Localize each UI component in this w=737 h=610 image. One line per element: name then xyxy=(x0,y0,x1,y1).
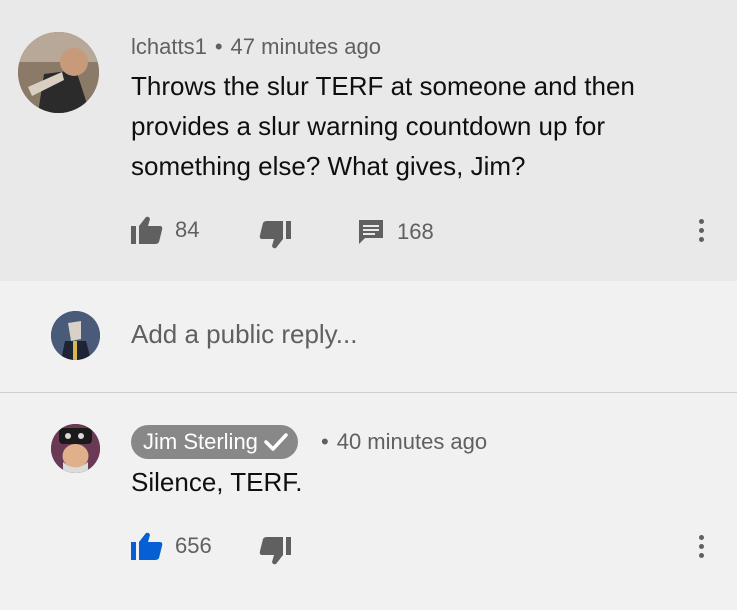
meta-separator: • xyxy=(321,429,329,454)
author-badge[interactable]: Jim Sterling xyxy=(131,425,298,459)
verified-check-icon xyxy=(264,433,288,451)
avatar-jim-sterling[interactable] xyxy=(51,424,100,473)
comment-text-line: provides a slur warning countdown up for xyxy=(131,111,606,141)
dislike-button[interactable] xyxy=(259,221,291,249)
comment-meta: lchatts1 • 47 minutes ago xyxy=(131,34,381,60)
reply-input[interactable] xyxy=(131,319,691,350)
comment-text-line: Throws the slur TERF at someone and then xyxy=(131,71,635,101)
like-button[interactable]: 84 xyxy=(131,216,199,244)
avatar-lchatts1[interactable] xyxy=(18,32,99,113)
like-button[interactable]: 656 xyxy=(131,532,212,560)
reply-count: 168 xyxy=(397,219,434,244)
thumbs-up-icon xyxy=(131,216,163,244)
comment-text-line: something else? What gives, Jim? xyxy=(131,151,526,181)
reply-button[interactable]: 168 xyxy=(357,218,434,246)
comment-author[interactable]: lchatts1 xyxy=(131,34,207,59)
more-options-icon[interactable] xyxy=(696,219,706,242)
comment-author: Jim Sterling xyxy=(143,429,258,454)
comment-icon xyxy=(359,220,383,244)
comment-timestamp[interactable]: 47 minutes ago xyxy=(231,34,381,59)
thumbs-up-icon xyxy=(131,532,163,560)
like-count: 84 xyxy=(175,217,200,242)
divider xyxy=(0,392,737,393)
comment-text: Throws the slur TERF at someone and then… xyxy=(131,66,691,186)
dislike-button[interactable] xyxy=(259,537,291,565)
comment-timestamp[interactable]: 40 minutes ago xyxy=(337,429,487,454)
comment-meta: • 40 minutes ago xyxy=(321,429,487,455)
comment-text: Silence, TERF. xyxy=(131,467,303,497)
thumbs-down-icon xyxy=(259,221,291,249)
more-options-icon[interactable] xyxy=(696,535,706,558)
meta-separator: • xyxy=(214,34,223,59)
avatar-current-user xyxy=(51,311,100,360)
thumbs-down-icon xyxy=(259,537,291,565)
like-count: 656 xyxy=(175,533,212,558)
